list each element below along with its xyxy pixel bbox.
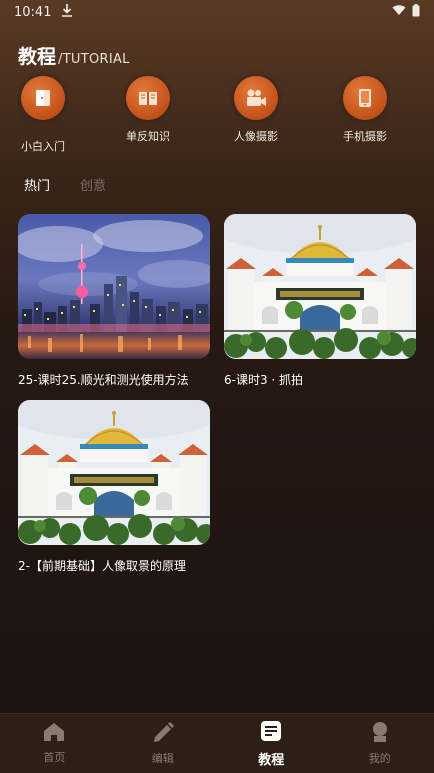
wifi-icon <box>392 4 406 20</box>
category-beginner[interactable]: 小白入门 <box>0 76 88 154</box>
page-title-row: 教程 /TUTORIAL <box>18 42 130 69</box>
page-title: 教程 <box>18 46 57 68</box>
nav-label: 首页 <box>43 751 66 764</box>
card-title: 2-【前期基础】人像取景的原理 <box>18 559 186 573</box>
tab-hot[interactable]: 热门 <box>24 175 50 194</box>
category-portrait[interactable]: 人像摄影 <box>211 76 301 144</box>
category-label: 手机摄影 <box>343 130 387 143</box>
nav-label: 编辑 <box>151 752 174 765</box>
nav-label: 教程 <box>258 752 285 768</box>
page-subtitle: /TUTORIAL <box>58 52 130 67</box>
category-dslr[interactable]: 单反知识 <box>103 76 193 144</box>
tab-bar: 热门 创意 <box>24 175 106 194</box>
person-icon <box>369 721 391 747</box>
nav-label: 我的 <box>368 752 391 765</box>
card-title: 25-课时25.顺光和测光使用方法 <box>18 373 189 387</box>
home-icon <box>43 722 65 746</box>
card-thumbnail-mosque <box>224 214 416 359</box>
tutorial-icon <box>260 720 282 746</box>
category-phone[interactable]: 手机摄影 <box>320 76 410 144</box>
nav-home[interactable]: 首页 <box>0 714 109 773</box>
nav-profile[interactable]: 我的 <box>326 714 434 773</box>
nav-tutorial[interactable]: 教程 <box>217 714 326 773</box>
status-time: 10:41 <box>14 4 52 20</box>
pencil-icon <box>152 721 174 747</box>
tutorial-card[interactable]: 6-课时3 · 抓拍 <box>224 214 416 388</box>
category-label: 单反知识 <box>126 130 170 143</box>
phone-icon <box>343 76 387 120</box>
tab-creative[interactable]: 创意 <box>80 175 106 194</box>
category-label: 小白入门 <box>21 140 65 153</box>
tutorial-card[interactable]: 25-课时25.顺光和测光使用方法 <box>18 214 210 388</box>
nav-edit[interactable]: 编辑 <box>109 714 218 773</box>
category-row: 小白入门 单反知识 人像摄影 手机摄影 <box>0 76 434 156</box>
card-title: 6-课时3 · 抓拍 <box>224 373 304 387</box>
status-bar: 10:41 <box>0 0 434 24</box>
bottom-nav: 首页 编辑 教程 我的 <box>0 713 434 773</box>
video-camera-icon <box>234 76 278 120</box>
card-thumbnail-mosque <box>18 400 210 545</box>
tutorial-card[interactable]: 2-【前期基础】人像取景的原理 <box>18 400 210 574</box>
book-icon <box>126 76 170 120</box>
category-label: 人像摄影 <box>234 130 278 143</box>
card-thumbnail-city-night <box>18 214 210 359</box>
download-icon <box>61 3 73 21</box>
battery-icon <box>412 3 420 21</box>
door-icon <box>21 76 65 120</box>
